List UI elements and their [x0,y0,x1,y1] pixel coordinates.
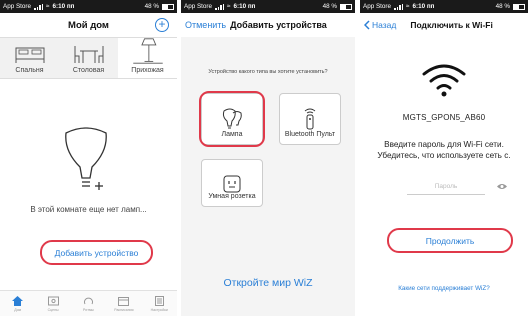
device-type-question: Устройство какого типа вы хотите установ… [208,69,328,75]
page-title: Подключить к Wi-Fi [410,20,493,30]
page-title: Добавить устройства [230,20,327,30]
wifi-status-icon: ≈ [46,3,50,10]
tab-label: Дом [14,307,22,312]
battery-percent: 48 % [144,3,159,10]
room-label: Спальня [15,67,44,74]
status-bar: App Store ≈ 6:10 пп 48 % [0,0,177,13]
continue-button[interactable]: Продолжить [387,228,513,253]
device-type-panel: Устройство какого типа вы хотите установ… [181,37,355,316]
empty-room-message: В этой комнате еще нет ламп... [30,205,147,214]
tab-label: Ритмы [83,307,94,312]
carrier-label: App Store [363,3,392,10]
nav-bar: Отменить Добавить устройства [181,13,355,37]
room-label: Столовая [72,67,105,74]
network-name: MGTS_GPON5_AB60 [402,113,486,122]
room-tab-hallway[interactable]: Прихожая [118,38,177,78]
status-time: 6:10 пп [233,3,256,10]
bottom-tab-bar: Дом Сцены Ритмы Расписания Настройки [0,290,177,316]
tab-settings[interactable]: Настройки [149,293,169,315]
nav-bar: Мой дом + [0,13,177,37]
eye-icon[interactable] [497,183,507,190]
tab-schedules[interactable]: Расписания [114,293,134,315]
cancel-button[interactable]: Отменить [185,20,226,30]
instruction-line: Убедитесь, что используете сеть с. [377,151,511,160]
bulb-plus-icon [65,127,107,190]
settings-icon [154,295,164,306]
instruction-line: Введите пароль для Wi-Fi сети. [384,140,504,149]
room-label: Прихожая [131,67,164,74]
room-tab-dining[interactable]: Столовая [59,38,118,78]
password-field[interactable]: Пароль [407,181,485,195]
bed-icon [15,47,44,63]
back-button[interactable]: Назад [364,20,396,30]
tab-rhythm[interactable]: Ритмы [78,293,98,315]
dining-table-icon [74,46,103,63]
continue-label: Продолжить [425,235,475,246]
battery-percent: 48 % [495,3,510,10]
device-label: Умная розетка [208,193,256,200]
tab-home[interactable]: Дом [8,293,28,315]
device-card-smart-plug[interactable]: Умная розетка [201,159,263,207]
tab-label: Сцены [47,307,59,312]
status-time: 6:10 пп [52,3,75,10]
tab-label: Настройки [150,307,168,312]
screen-add-devices: App Store ≈ 6:10 пп 48 % Отменить Добави… [181,0,355,316]
page-title: Мой дом [68,19,109,31]
wifi-instructions: Введите пароль для Wi-Fi сети. Убедитесь… [360,139,528,161]
add-device-button[interactable]: Добавить устройство [40,240,153,265]
selection-highlight [199,91,265,147]
status-time: 6:10 пп [412,3,435,10]
schedule-icon [118,296,130,306]
screen-my-home: App Store ≈ 6:10 пп 48 % Мой дом + Спаль… [0,0,177,316]
add-device-label: Добавить устройство [54,247,139,258]
screen-connect-wifi: App Store ≈ 6:10 пп 48 % Назад Подключит… [360,0,528,316]
floor-lamp-icon [132,38,163,64]
smart-plug-icon [223,175,241,193]
device-card-remote[interactable]: Bluetooth Пульт [279,93,341,145]
nav-bar: Назад Подключить к Wi-Fi [360,13,528,37]
device-label: Bluetooth Пульт [284,131,336,138]
wifi-icon [422,64,466,97]
battery-icon [162,3,174,10]
home-icon [12,295,24,306]
room-selector: Спальня Столовая Прихожая [0,37,177,79]
battery-icon [340,3,352,10]
status-bar: App Store ≈ 6:10 пп 48 % [181,0,355,13]
remote-icon [304,108,316,130]
wifi-status-icon: ≈ [406,3,410,10]
wifi-status-icon: ≈ [227,3,231,10]
chevron-left-icon [364,20,370,30]
plus-circle-icon[interactable]: + [155,18,169,32]
carrier-label: App Store [3,3,32,10]
tab-scenes[interactable]: Сцены [43,293,63,315]
explore-wiz-link[interactable]: Откройте мир WiZ [181,277,355,289]
signal-icon [394,3,404,10]
battery-icon [513,3,525,10]
battery-percent: 48 % [322,3,337,10]
status-bar: App Store ≈ 6:10 пп 48 % [360,0,528,13]
rhythm-icon [83,297,93,304]
back-label: Назад [372,20,397,30]
room-tab-bedroom[interactable]: Спальня [0,38,59,78]
signal-icon [34,3,44,10]
tab-label: Расписания [114,307,134,312]
signal-icon [215,3,225,10]
supported-networks-link[interactable]: Какие сети поддерживает WiZ? [360,285,528,292]
carrier-label: App Store [184,3,213,10]
scenes-icon [47,296,59,305]
